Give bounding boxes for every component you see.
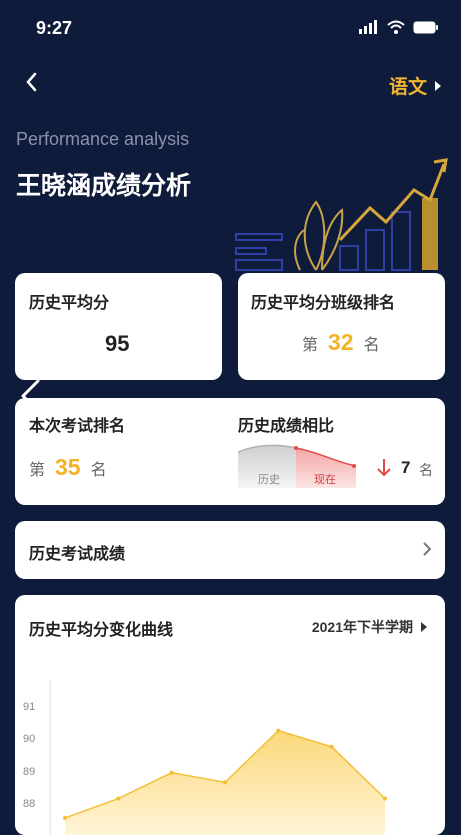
history-exams-row[interactable]: 历史考试成绩	[15, 521, 445, 579]
exam-rank-line: 第 35 名	[29, 454, 107, 481]
trend-point	[169, 770, 174, 775]
signal-icon	[359, 20, 377, 34]
trend-point	[223, 780, 227, 785]
page-subtitle: Performance analysis	[16, 129, 190, 149]
trend-chart	[49, 680, 387, 835]
change-unit: 名	[419, 462, 433, 478]
trend-card: 历史平均分变化曲线 2021年下半学期 91 90 89 88	[15, 595, 445, 835]
history-tag: 历史	[258, 474, 280, 486]
battery-icon	[413, 21, 438, 33]
class-rank-line: 第 32 名	[302, 329, 380, 356]
trend-point	[116, 796, 121, 801]
exam-rank-value: 35	[55, 454, 81, 480]
trend-point	[383, 796, 387, 801]
status-icons	[359, 20, 439, 34]
page-title: 王晓涵成绩分析	[16, 172, 192, 200]
class-rank-label: 历史平均分班级排名	[251, 295, 396, 312]
clock: 9:27	[36, 18, 73, 38]
rank-suffix: 名	[363, 337, 380, 354]
growth-illustration	[235, 158, 448, 271]
status-bar: 9:27	[0, 0, 461, 56]
rank-prefix: 第	[302, 337, 319, 354]
arrow-down-icon	[377, 459, 391, 477]
subject-selector[interactable]: 语文	[389, 72, 441, 99]
now-tag: 现在	[314, 474, 336, 486]
history-average-card: 历史平均分 95	[15, 273, 222, 380]
exam-rank-card: 本次考试排名 第 35 名 历史成绩相比 历史 现在 7 名	[15, 398, 445, 505]
history-average-value: 95	[105, 331, 130, 356]
compare-label: 历史成绩相比	[238, 418, 335, 435]
trend-point	[276, 728, 281, 733]
history-exams-label: 历史考试成绩	[29, 546, 126, 563]
trend-point	[329, 744, 334, 749]
back-icon[interactable]	[22, 70, 42, 94]
rank-prefix: 第	[29, 462, 46, 479]
exam-rank-label: 本次考试排名	[29, 418, 126, 435]
class-rank-card: 历史平均分班级排名 第 32 名	[238, 273, 445, 380]
wifi-icon	[387, 20, 405, 34]
rank-suffix: 名	[90, 462, 107, 479]
subject-label: 语文	[388, 77, 427, 98]
chevron-left-icon[interactable]	[18, 378, 44, 414]
class-rank-value: 32	[328, 329, 354, 355]
history-average-label: 历史平均分	[29, 295, 110, 312]
caret-right-icon	[435, 80, 441, 91]
compare-sparkline	[238, 444, 356, 488]
chevron-right-icon	[423, 542, 432, 556]
change-value: 7	[401, 458, 411, 477]
